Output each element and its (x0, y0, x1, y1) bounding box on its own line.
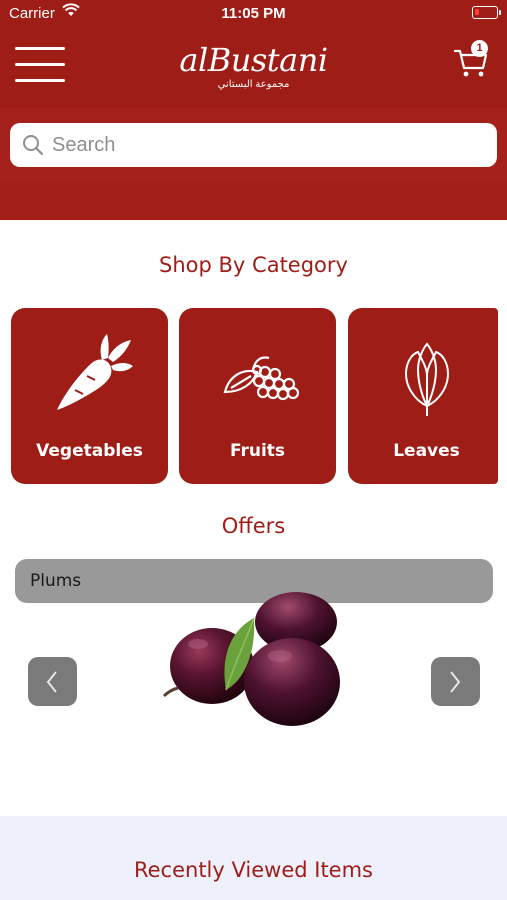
status-bar: Carrier 11:05 PM (0, 0, 507, 28)
section-title-recent: Recently Viewed Items (133, 858, 374, 882)
tulip-icon (404, 342, 449, 416)
category-label: Fruits (229, 441, 286, 461)
search-icon (23, 135, 44, 156)
offer-item-name: Plums (30, 571, 82, 591)
search-bar[interactable] (10, 123, 497, 167)
chevron-right-icon (450, 671, 461, 693)
cart-count-badge: 1 (471, 40, 488, 57)
carousel-prev-button[interactable] (28, 657, 77, 706)
carrot-icon (56, 334, 133, 410)
carousel-next-button[interactable] (431, 657, 480, 706)
logo-text: alBustani (179, 41, 328, 79)
search-input[interactable] (52, 133, 472, 157)
category-card-fruits[interactable]: Fruits (179, 308, 336, 484)
category-label: Leaves (393, 441, 460, 461)
category-label: Vegetables (36, 441, 143, 461)
clock: 11:05 PM (221, 5, 286, 22)
category-card-vegetables[interactable]: Vegetables (11, 308, 168, 484)
chevron-left-icon (46, 671, 57, 693)
section-title-offers: Offers (221, 514, 286, 538)
recently-viewed-section: Recently Viewed Items (0, 816, 507, 900)
battery-icon (472, 6, 501, 19)
brand-logo: alBustani مجموعة البستاني (0, 42, 507, 91)
header-bottom-band (0, 180, 507, 220)
grapes-icon (223, 356, 299, 401)
section-title-categories: Shop By Category (159, 253, 348, 277)
plums-image (162, 592, 340, 726)
app-header (0, 0, 507, 220)
logo-subtitle: مجموعة البستاني (217, 79, 290, 90)
category-card-leaves[interactable]: Leaves (348, 308, 498, 484)
